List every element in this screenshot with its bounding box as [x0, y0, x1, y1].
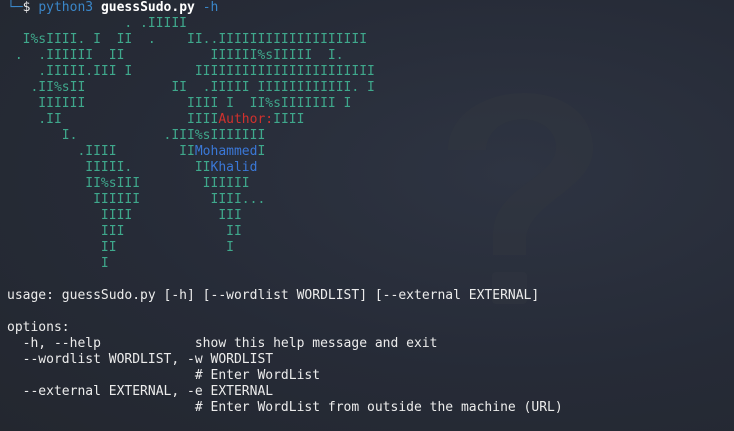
option-wordlist: --wordlist WORDLIST, -w WORDLIST [7, 352, 274, 367]
banner-line-name: .IIII IIMohammedI [7, 144, 734, 160]
banner-line: I [257, 144, 266, 159]
banner-line-author: .II IIIIAuthor:IIII [7, 112, 734, 128]
banner-line: II I [7, 240, 234, 255]
command-arg: -h [202, 0, 219, 15]
banner-line: IIII [273, 112, 305, 127]
banner-line: IIIII. II [7, 160, 211, 175]
option-wordlist-desc: # Enter WordList [7, 368, 321, 383]
banner-line: II%sIII IIIIII [7, 176, 250, 191]
command-python: python3 [38, 0, 94, 15]
banner-line: I%sIIII. I II . II..IIIIIIIIIIIIIIIIIII [7, 32, 368, 47]
banner-line-name: IIIII. IIKhalid [7, 160, 734, 176]
option-help: -h, --help show this help message and ex… [7, 336, 438, 351]
banner-line: IIII III [7, 208, 242, 223]
banner-line: . .IIIIII II IIIIII%sIIIII I. [7, 48, 344, 63]
banner-line: III II [7, 224, 242, 239]
terminal-output: └─$ python3 guessSudo.py -h . .IIIII I%s… [7, 0, 734, 416]
banner-line: .II IIII [7, 112, 219, 127]
banner-line: IIIIII IIII I II%sIIIIIII I [7, 96, 352, 111]
terminal-window[interactable]: └─$ python3 guessSudo.py -h . .IIIII I%s… [0, 0, 734, 431]
prompt-corner: └─ [7, 0, 23, 15]
banner-line: .IIIII.III I IIIIIIIIIIIIIIIIIIIIIII [7, 64, 375, 79]
banner-line: .IIII II [7, 144, 195, 159]
usage-line: usage: guessSudo.py [-h] [--wordlist WOR… [7, 288, 540, 303]
author-last-name: Khalid [210, 160, 258, 175]
prompt-symbol: $ [22, 0, 31, 15]
banner-line: . .IIIII [7, 16, 188, 31]
banner-line: .II%sII II .IIIII IIIIIIIIIIII. I [7, 80, 375, 95]
options-header: options: [7, 320, 70, 335]
banner-line: I [7, 256, 109, 271]
banner-line: I. .III%sIIIIIII [7, 128, 266, 143]
option-external: --external EXTERNAL, -e EXTERNAL [7, 384, 274, 399]
command-line: └─$ python3 guessSudo.py -h [7, 0, 734, 16]
banner-line: IIIIII IIII... [7, 192, 266, 207]
command-script: guessSudo.py [100, 0, 195, 15]
author-label: Author: [218, 112, 274, 127]
option-external-desc: # Enter WordList from outside the machin… [7, 400, 563, 415]
author-first-name: Mohammed [194, 144, 258, 159]
